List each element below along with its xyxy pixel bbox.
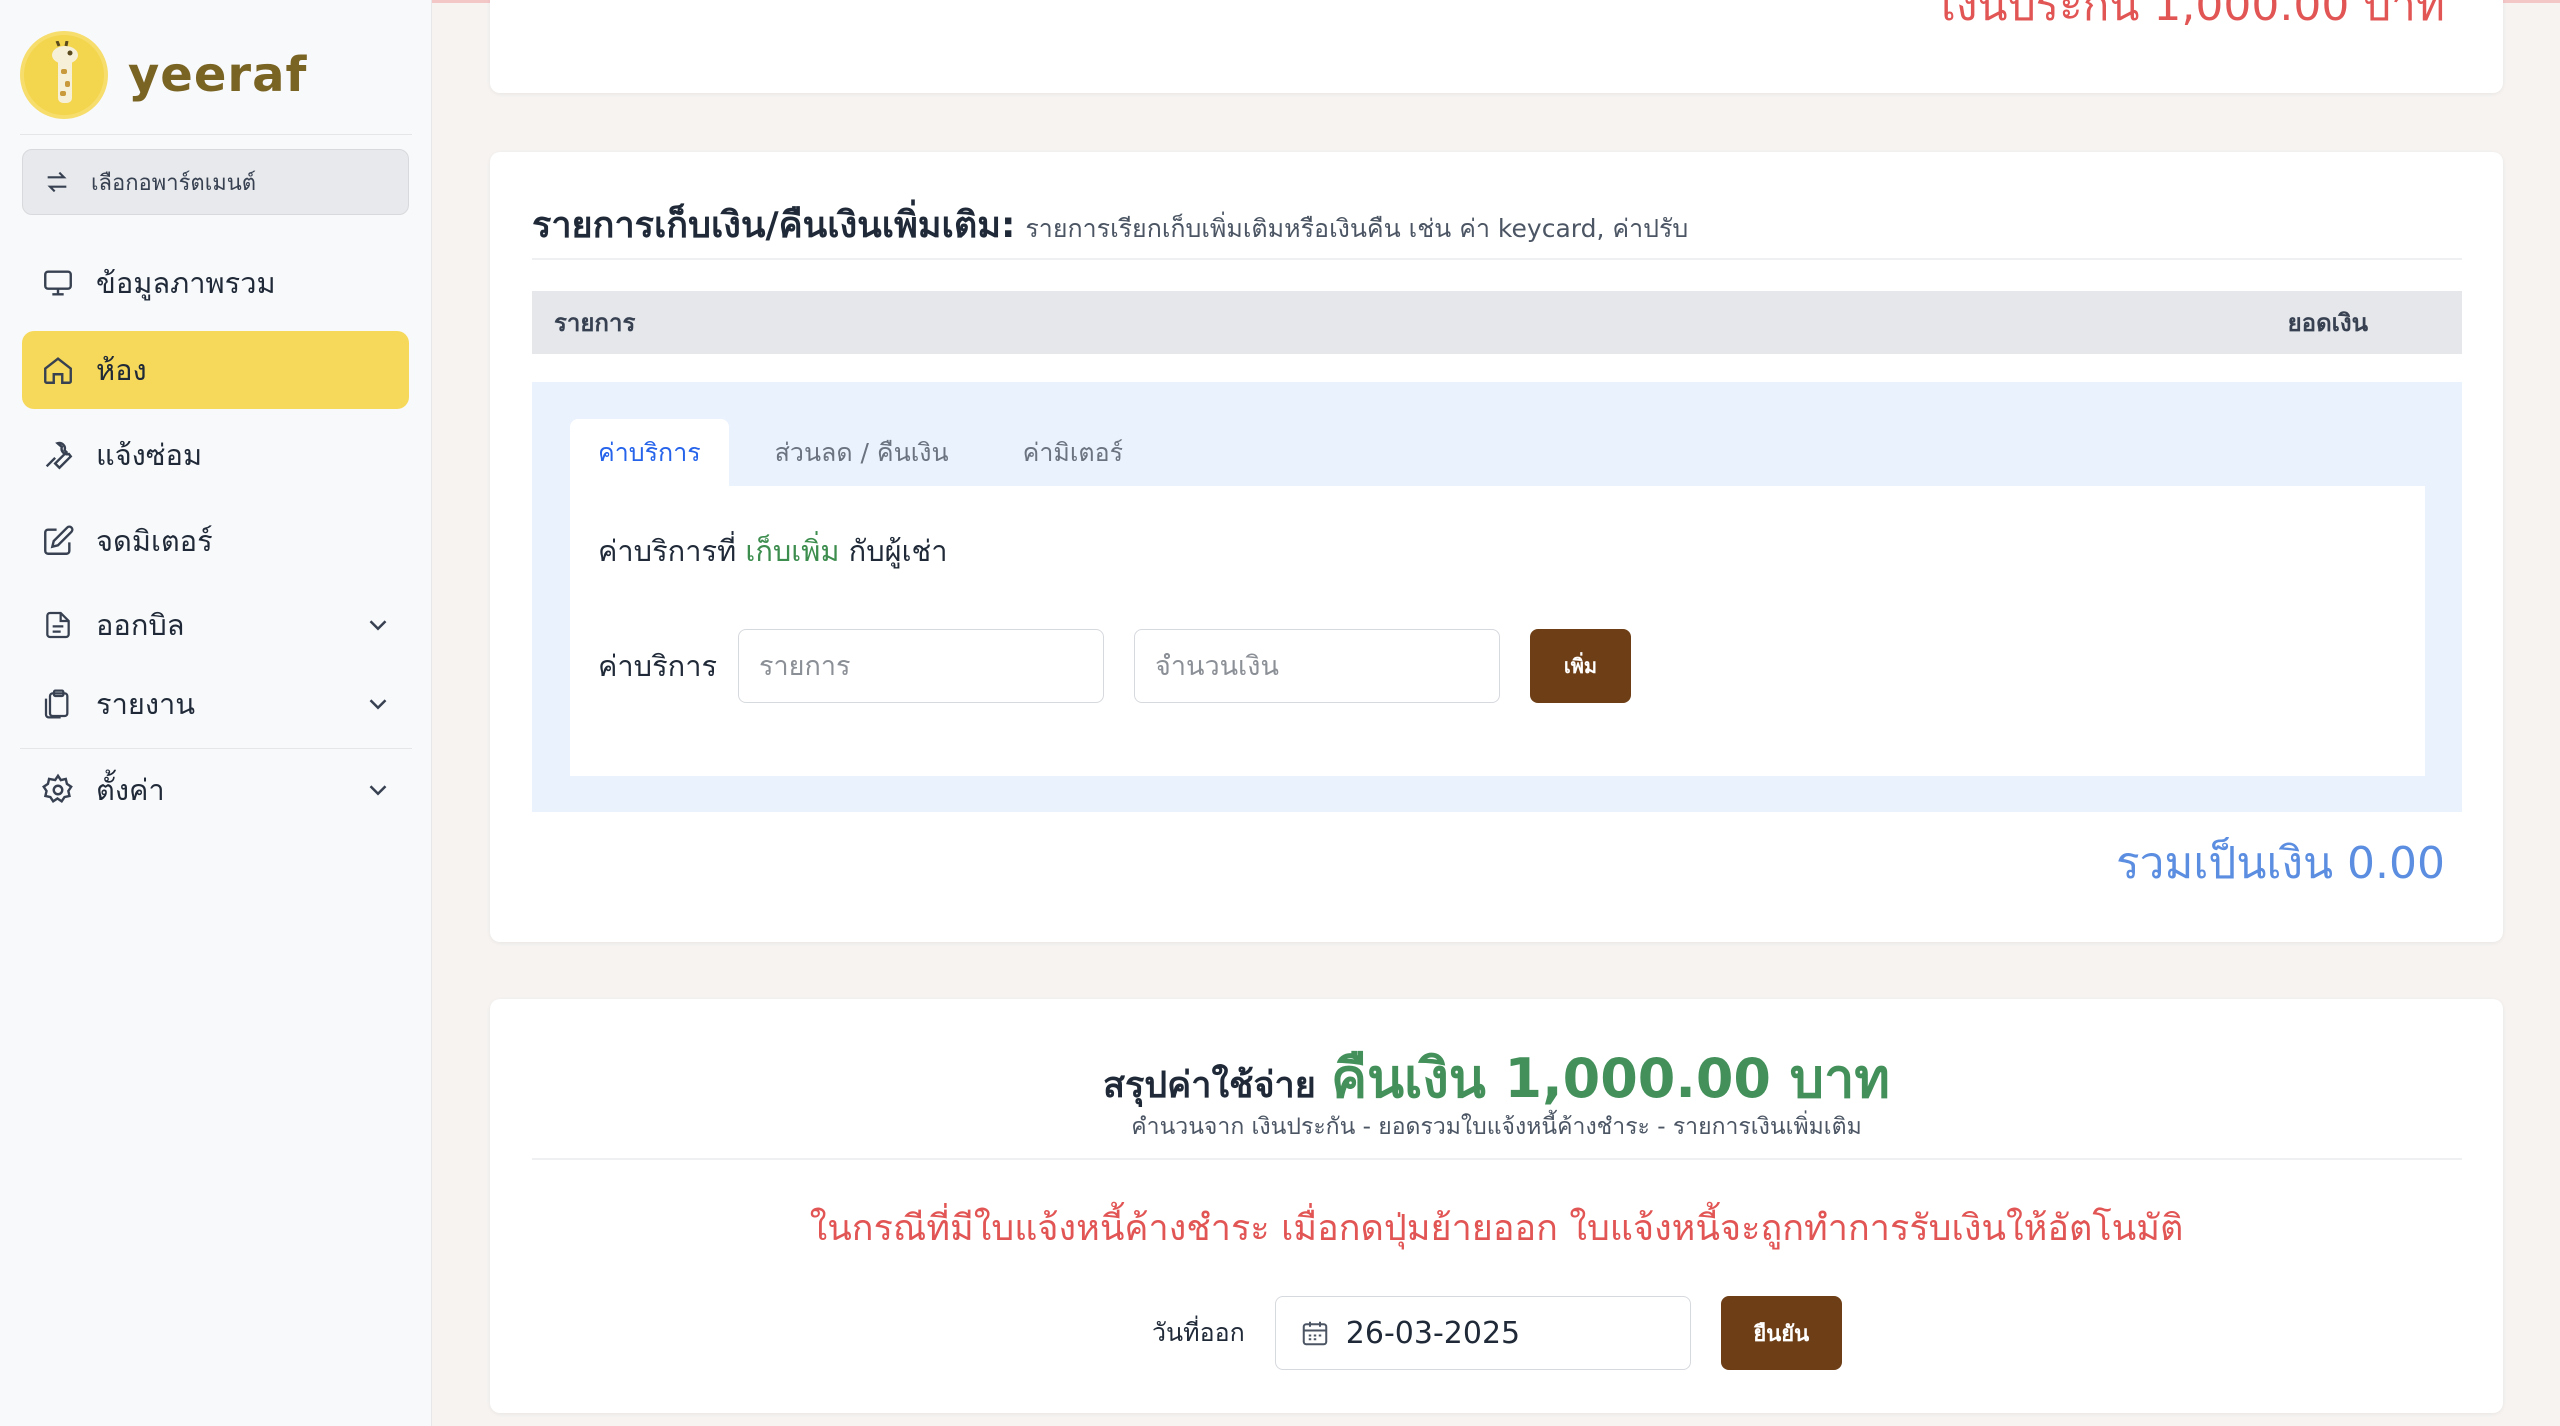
add-button[interactable]: เพิ่ม [1530, 629, 1631, 703]
extra-charges-card: รายการเก็บเงิน/คืนเงินเพิ่มเติม: รายการเ… [490, 152, 2503, 942]
tab-panel-service-fee: ค่าบริการที่ เก็บเพิ่ม กับผู้เช่า ค่าบริ… [570, 486, 2425, 776]
item-input[interactable] [738, 629, 1104, 703]
section-subtitle: รายการเรียกเก็บเพิ่มเติมหรือเงินคืน เช่น… [1025, 214, 1689, 243]
sidebar-divider [20, 134, 412, 135]
sidebar-item-label: แจ้งซ่อม [96, 438, 203, 472]
column-header-amount: ยอดเงิน [2287, 309, 2368, 337]
giraffe-logo-icon [20, 31, 108, 119]
amount-input[interactable] [1134, 629, 1500, 703]
chevron-down-icon [369, 785, 387, 796]
swap-icon [47, 171, 67, 193]
charges-table-header: รายการ ยอดเงิน [532, 291, 2462, 354]
sidebar-divider [20, 748, 412, 749]
summary-amount: คืนเงิน 1,000.00 บาท [1330, 1047, 1890, 1110]
summary-note: คำนวนจาก เงินประกัน - ยอดรวมใบแจ้งหนี้ค้… [1131, 1114, 1862, 1140]
divider [532, 1158, 2462, 1160]
gear-icon [38, 770, 78, 810]
monitor-icon [38, 263, 78, 303]
clipboard-icon [38, 684, 78, 724]
tab-discount-refund[interactable]: ส่วนลด / คืนเงิน [747, 419, 977, 487]
sidebar-item-label: จดมิเตอร์ [96, 524, 213, 558]
divider [532, 258, 2462, 260]
sidebar-item-repair[interactable]: แจ้งซ่อม [22, 416, 409, 494]
wrench-icon [38, 435, 78, 475]
sidebar-item-overview[interactable]: ข้อมูลภาพรวม [22, 244, 409, 322]
sidebar-item-label: ห้อง [96, 353, 147, 387]
move-out-date-value: 26-03-2025 [1345, 1315, 1521, 1351]
sidebar-item-label: ตั้งค่า [96, 773, 165, 807]
summary-card: สรุปค่าใช้จ่าย คืนเงิน 1,000.00 บาท คำนว… [490, 999, 2503, 1413]
service-fee-label: ค่าบริการ [598, 649, 718, 683]
auto-payment-warning: ในกรณีที่มีใบแจ้งหนี้ค้างชำระ เมื่อกดปุ่… [809, 1208, 2184, 1249]
confirm-button[interactable]: ยืนยัน [1720, 1296, 1842, 1370]
sidebar-item-reports[interactable]: รายงาน [22, 665, 409, 743]
apartment-select-label: เลือกอพาร์ตเมนต์ [91, 170, 257, 196]
sidebar-item-meter[interactable]: จดมิเตอร์ [22, 502, 409, 580]
logo[interactable]: yeeraf [20, 30, 307, 120]
edit-icon [38, 521, 78, 561]
tab-list: ค่าบริการ ส่วนลด / คืนเงิน ค่ามิเตอร์ [570, 419, 1169, 487]
sidebar-item-label: รายงาน [96, 687, 196, 721]
panel-heading-pre: ค่าบริการที่ [598, 534, 737, 568]
sidebar-item-label: ออกบิล [96, 608, 185, 642]
deposit-amount: เงินประกัน 1,000.00 บาท [1940, 0, 2445, 31]
summary-label: สรุปค่าใช้จ่าย [1102, 1065, 1316, 1106]
service-fee-form: ค่าบริการ เพิ่ม [598, 629, 1631, 703]
tab-service-fee[interactable]: ค่าบริการ [570, 419, 729, 487]
column-header-item: รายการ [554, 309, 636, 337]
move-out-date-label: วันที่ออก [1152, 1318, 1245, 1347]
calendar-icon [1302, 1321, 1328, 1346]
sidebar-item-label: ข้อมูลภาพรวม [96, 266, 276, 300]
move-out-date-field[interactable]: 26-03-2025 [1274, 1296, 1691, 1370]
total-amount: รวมเป็นเงิน 0.00 [2116, 838, 2445, 889]
charges-tab-area: ค่าบริการ ส่วนลด / คืนเงิน ค่ามิเตอร์ ค่… [532, 382, 2462, 812]
logo-text: yeeraf [128, 47, 308, 103]
apartment-select[interactable]: เลือกอพาร์ตเมนต์ [22, 149, 409, 215]
panel-heading-post: กับผู้เช่า [848, 534, 948, 568]
tab-meter-fee[interactable]: ค่ามิเตอร์ [995, 419, 1151, 487]
sidebar-item-billing[interactable]: ออกบิล [22, 586, 409, 664]
panel-heading-highlight: เก็บเพิ่ม [745, 534, 840, 568]
sidebar-item-settings[interactable]: ตั้งค่า [22, 751, 409, 829]
sidebar: yeeraf เลือกอพาร์ตเมนต์ ข้อมูลภาพรวม ห้อ… [0, 0, 432, 1426]
document-icon [38, 605, 78, 645]
deposit-card: เงินประกัน 1,000.00 บาท [490, 0, 2503, 93]
section-title-text: รายการเก็บเงิน/คืนเงินเพิ่มเติม: [532, 205, 1016, 246]
chevron-down-icon [369, 699, 387, 710]
section-title: รายการเก็บเงิน/คืนเงินเพิ่มเติม: รายการเ… [532, 196, 1688, 253]
home-icon [38, 350, 78, 390]
sidebar-item-rooms[interactable]: ห้อง [22, 331, 409, 409]
panel-heading: ค่าบริการที่ เก็บเพิ่ม กับผู้เช่า [598, 528, 948, 574]
move-out-date-row: วันที่ออก 26-03-2025 ยืนยัน [1152, 1296, 1842, 1370]
chevron-down-icon [369, 620, 387, 631]
